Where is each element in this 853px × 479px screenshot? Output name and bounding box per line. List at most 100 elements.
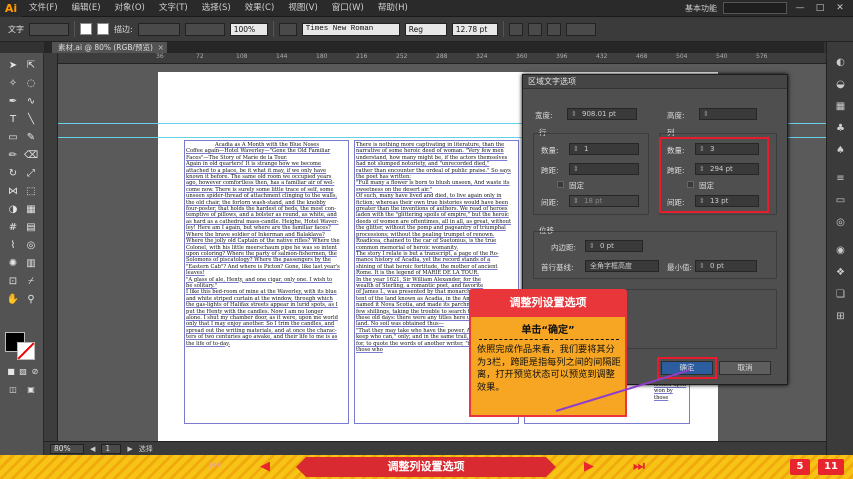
- opacity-field[interactable]: 100%: [229, 22, 268, 36]
- pencil-tool-icon[interactable]: ✏: [6, 149, 20, 163]
- minimize-button[interactable]: —: [793, 2, 807, 14]
- transform-button[interactable]: [565, 22, 596, 36]
- ruler-tick: 576: [756, 53, 768, 60]
- last-page-icon[interactable]: ⏭: [630, 459, 648, 475]
- slice-tool-icon[interactable]: ⌿: [24, 275, 38, 289]
- gradient-panel-icon[interactable]: ▭: [834, 194, 847, 207]
- brushes-panel-icon[interactable]: ♣: [834, 122, 847, 135]
- hand-tool-icon[interactable]: ✋: [6, 293, 20, 307]
- magic-wand-tool-icon[interactable]: ✧: [6, 77, 20, 91]
- lasso-tool-icon[interactable]: ◌: [24, 77, 38, 91]
- menu-help[interactable]: 帮助(H): [371, 0, 415, 17]
- layers-panel-icon[interactable]: ❏: [834, 288, 847, 301]
- gradient-tool-icon[interactable]: ▤: [24, 221, 38, 235]
- min-field[interactable]: 0 pt: [695, 260, 757, 272]
- menu-edit[interactable]: 编辑(E): [65, 0, 108, 17]
- mesh-tool-icon[interactable]: #: [6, 221, 20, 235]
- row-span-field[interactable]: [569, 163, 639, 175]
- artboard-number-field[interactable]: 1: [101, 443, 122, 454]
- workspace-switcher[interactable]: 基本功能: [685, 3, 717, 14]
- document-tab[interactable]: 素材.ai @ 80% (RGB/预览) ×: [52, 42, 167, 53]
- ruler-tick: 432: [596, 53, 608, 60]
- shape-builder-tool-icon[interactable]: ◑: [6, 203, 20, 217]
- menu-window[interactable]: 窗口(W): [325, 0, 371, 17]
- width-tool-icon[interactable]: ⋈: [6, 185, 20, 199]
- pen-tool-icon[interactable]: ✒: [6, 95, 20, 109]
- menu-type[interactable]: 文字(T): [152, 0, 195, 17]
- variable-width-dropdown[interactable]: [184, 22, 225, 36]
- color-guide-icon[interactable]: ◒: [834, 78, 847, 91]
- paintbrush-tool-icon[interactable]: ✎: [24, 131, 38, 145]
- inset-field[interactable]: 0 pt: [585, 240, 643, 252]
- menu-file[interactable]: 文件(F): [22, 0, 65, 17]
- line-tool-icon[interactable]: ╲: [24, 113, 38, 127]
- none-mode-icon[interactable]: ⊘: [28, 365, 42, 379]
- eyedropper-tool-icon[interactable]: ⌇: [6, 239, 20, 253]
- zoom-tool-icon[interactable]: ⚲: [24, 293, 38, 307]
- selection-tool-icon[interactable]: ➤: [6, 59, 20, 73]
- ruler-tick: 360: [516, 53, 528, 60]
- align-center-icon[interactable]: [527, 22, 542, 36]
- direct-selection-tool-icon[interactable]: ⇱: [24, 59, 38, 73]
- close-window-button[interactable]: ✕: [833, 2, 847, 14]
- fill-swatch[interactable]: [80, 23, 92, 35]
- symbols-panel-icon[interactable]: ♠: [834, 144, 847, 157]
- stroke-swatch[interactable]: [97, 23, 109, 35]
- drawing-mode-icon[interactable]: ◫: [6, 383, 20, 397]
- menu-select[interactable]: 选择(S): [195, 0, 238, 17]
- width-field[interactable]: 908.01 pt: [567, 108, 637, 120]
- graph-tool-icon[interactable]: ▥: [24, 257, 38, 271]
- stroke-panel-icon[interactable]: ≡: [834, 172, 847, 185]
- height-field[interactable]: [699, 108, 757, 120]
- zoom-field[interactable]: 80%: [50, 443, 84, 454]
- menu-view[interactable]: 视图(V): [281, 0, 324, 17]
- type-tool-icon[interactable]: T: [6, 113, 20, 127]
- next-page-icon[interactable]: ▶: [580, 459, 598, 475]
- free-transform-tool-icon[interactable]: ⬚: [24, 185, 38, 199]
- prev-page-icon[interactable]: ◀: [256, 459, 274, 475]
- align-right-icon[interactable]: [546, 22, 561, 36]
- first-baseline-select[interactable]: 全角字框高度: [585, 260, 659, 272]
- ruler-tick: 72: [196, 53, 204, 60]
- font-family-field[interactable]: Times New Roman: [301, 22, 400, 36]
- eraser-tool-icon[interactable]: ⌫: [24, 149, 38, 163]
- cancel-button[interactable]: 取消: [719, 361, 771, 375]
- font-size-field[interactable]: 12.78 pt: [451, 22, 498, 36]
- menu-effect[interactable]: 效果(C): [238, 0, 282, 17]
- first-page-icon[interactable]: ⏮: [206, 459, 224, 475]
- row-count-label: 数量:: [541, 146, 559, 155]
- rectangle-tool-icon[interactable]: ▭: [6, 131, 20, 145]
- menu-object[interactable]: 对象(O): [108, 0, 152, 17]
- transparency-panel-icon[interactable]: ◎: [834, 216, 847, 229]
- graphic-styles-icon[interactable]: ❖: [834, 266, 847, 279]
- help-search-input[interactable]: [723, 2, 787, 14]
- next-artboard-icon[interactable]: ▶: [127, 445, 132, 453]
- ruler-tick: 216: [356, 53, 368, 60]
- stroke-color-box[interactable]: [17, 342, 35, 360]
- row-gutter-field[interactable]: 18 pt: [569, 195, 639, 207]
- prev-artboard-icon[interactable]: ◀: [90, 445, 95, 453]
- blend-tool-icon[interactable]: ◎: [24, 239, 38, 253]
- align-left-icon[interactable]: [508, 22, 523, 36]
- font-style-field[interactable]: Reg: [404, 22, 447, 36]
- row-fixed-checkbox[interactable]: [557, 181, 564, 188]
- color-panel-icon[interactable]: ◐: [834, 56, 847, 69]
- character-panel-icon[interactable]: [278, 22, 297, 36]
- stroke-weight-field[interactable]: [137, 22, 180, 36]
- curvature-tool-icon[interactable]: ∿: [24, 95, 38, 109]
- row-count-field[interactable]: 1: [569, 143, 639, 155]
- scale-tool-icon[interactable]: ⤢: [24, 167, 38, 181]
- perspective-grid-tool-icon[interactable]: ▦: [24, 203, 38, 217]
- artboard-tool-icon[interactable]: ⊡: [6, 275, 20, 289]
- callout-text: 依照完成作品来看，我们要将其分为3栏，跨距是指每列之间的间隔距离，打开预览状态可…: [477, 344, 621, 393]
- screen-mode-icon[interactable]: ▣: [24, 383, 38, 397]
- tool-dropdown[interactable]: [29, 22, 69, 36]
- maximize-button[interactable]: □: [813, 2, 827, 14]
- swatches-panel-icon[interactable]: ▦: [834, 100, 847, 113]
- rotate-tool-icon[interactable]: ↻: [6, 167, 20, 181]
- text-line: narrative of some heroic deed of woman. …: [356, 148, 504, 155]
- close-tab-icon[interactable]: ×: [158, 42, 164, 53]
- appearance-panel-icon[interactable]: ◉: [834, 244, 847, 257]
- artboards-panel-icon[interactable]: ⊞: [834, 310, 847, 323]
- symbol-sprayer-tool-icon[interactable]: ✺: [6, 257, 20, 271]
